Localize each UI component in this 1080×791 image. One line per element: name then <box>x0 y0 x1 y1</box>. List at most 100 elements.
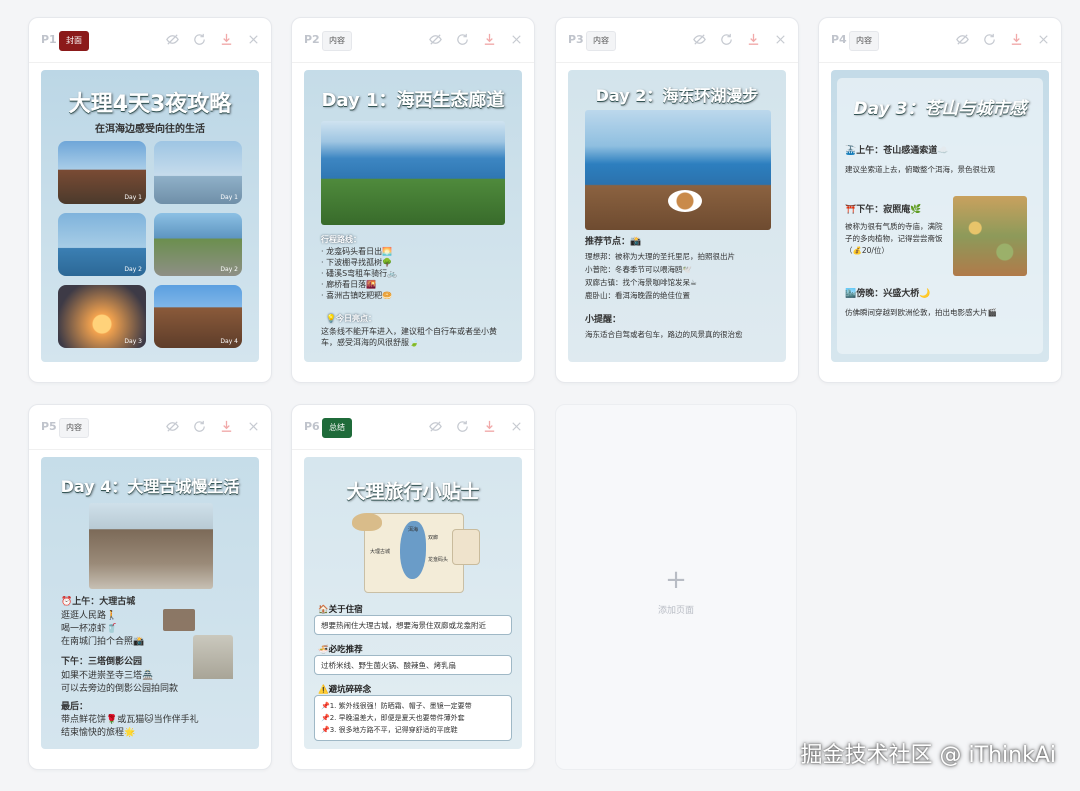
card-header: P5 内容 <box>29 405 271 450</box>
tip-label: 💡今日亮点： <box>326 314 376 323</box>
slide-card-p1[interactable]: P1 封面 大理4天3夜攻略 在洱海边感受向往的生活 Day 1 Day 1 D… <box>28 17 272 383</box>
page-number: P2 <box>304 33 320 46</box>
hat-illustration <box>352 513 382 531</box>
refresh-icon[interactable] <box>982 32 997 47</box>
hide-icon[interactable] <box>165 419 180 434</box>
am-item: 逛逛人民路🚶 <box>61 611 118 621</box>
route-item: · 磻溪S弯租车骑行🚲 <box>321 269 398 278</box>
am-text: 建议坐索道上去，俯瞰整个洱海，景色很壮观 <box>845 165 995 174</box>
slide-subtitle: 在洱海边感受向往的生活 <box>95 124 205 135</box>
refresh-icon[interactable] <box>455 32 470 47</box>
download-icon[interactable] <box>482 419 497 434</box>
page-number: P5 <box>41 420 57 433</box>
am-label: ⏰上午：大理古城 <box>61 597 136 607</box>
close-icon[interactable] <box>509 419 524 434</box>
hide-icon[interactable] <box>428 32 443 47</box>
slide-card-p2[interactable]: P2 内容 Day 1：海西生态廊道 行程路线： · 龙龛码头看日出🌅 · 下波… <box>291 17 535 383</box>
slide-preview[interactable]: Day 3：苍山与城市感 🚠上午：苍山感通索道☁️ 建议坐索道上去，俯瞰整个洱海… <box>831 70 1049 362</box>
slide-title: 大理4天3夜攻略 <box>68 92 232 117</box>
photo-tile: Day 3 <box>58 285 146 348</box>
close-icon[interactable] <box>773 32 788 47</box>
food-text: 过桥米线、野生菌火锅、酸辣鱼、烤乳扇 <box>321 661 456 670</box>
pit-item: 📌1. 紫外线很强！防晒霜、帽子、墨镜一定要带 <box>321 702 472 710</box>
download-icon[interactable] <box>1009 32 1024 47</box>
jacket-illustration <box>452 529 480 565</box>
hide-icon[interactable] <box>165 32 180 47</box>
page-type-tag: 总结 <box>322 418 352 438</box>
am-label: 🚠上午：苍山感通索道☁️ <box>845 146 949 156</box>
hint-label: 小提醒： <box>585 315 622 325</box>
photo-tile: Day 2 <box>58 213 146 276</box>
photo-road <box>321 121 505 225</box>
route-item: · 龙龛码头看日出🌅 <box>321 247 393 256</box>
photo-old-town <box>89 503 213 589</box>
gate-illustration <box>163 609 195 631</box>
am-item: 在南城门拍个合照📸 <box>61 637 145 647</box>
am-item: 喝一杯凉虾🥤 <box>61 624 118 634</box>
rec-item: 双廊古镇：找个海景咖啡馆发呆☕ <box>585 278 697 287</box>
refresh-icon[interactable] <box>719 32 734 47</box>
hide-icon[interactable] <box>428 419 443 434</box>
map-label: 大理古城 <box>370 549 391 555</box>
download-icon[interactable] <box>746 32 761 47</box>
slide-preview[interactable]: Day 4：大理古城慢生活 ⏰上午：大理古城 逛逛人民路🚶 喝一杯凉虾🥤 在南城… <box>41 457 259 749</box>
slide-preview[interactable]: Day 1：海西生态廊道 行程路线： · 龙龛码头看日出🌅 · 下波棚寻找孤树🌳… <box>304 70 522 362</box>
pm-item: 可以去旁边的倒影公园拍同款 <box>61 684 179 694</box>
route-item: · 喜洲古镇吃粑粑🥯 <box>321 291 393 300</box>
page-number: P1 <box>41 33 57 46</box>
hide-icon[interactable] <box>692 32 707 47</box>
refresh-icon[interactable] <box>192 32 207 47</box>
card-toolbar <box>165 419 261 434</box>
hide-icon[interactable] <box>955 32 970 47</box>
stay-label: 🏠关于住宿 <box>318 605 363 615</box>
download-icon[interactable] <box>219 419 234 434</box>
route-label: 行程路线： <box>321 235 361 244</box>
close-icon[interactable] <box>1036 32 1051 47</box>
close-icon[interactable] <box>246 32 261 47</box>
stay-text: 想要热闹住大理古城，想要海景住双廊或龙龛附近 <box>321 621 486 630</box>
rec-label: 推荐节点：📸 <box>585 237 642 247</box>
map-label: 龙龛码头 <box>428 557 449 563</box>
slide-preview[interactable]: 大理4天3夜攻略 在洱海边感受向往的生活 Day 1 Day 1 Day 2 D… <box>41 70 259 362</box>
food-label: 🍜必吃推荐 <box>318 645 363 655</box>
rec-item: 小普陀：冬春季节可以喂海鸥🕊️ <box>585 265 692 274</box>
eve-label: 🏙️傍晚：兴盛大桥🌙 <box>845 289 931 299</box>
slide-preview[interactable]: 大理旅行小贴士 大理古城 洱海 龙龛码头 双廊 🏠关于住宿 想要热闹住大理古城，… <box>304 457 522 749</box>
hint-text: 海东适合自驾或者包车，路边的风景真的很治愈 <box>585 330 743 339</box>
rec-item: 鹿卧山：看洱海晚霞的绝佳位置 <box>585 291 690 300</box>
last-item: 带点鲜花饼🌹或瓦猫🐱当作伴手礼 <box>61 715 199 725</box>
refresh-icon[interactable] <box>192 419 207 434</box>
close-icon[interactable] <box>509 32 524 47</box>
pit-label: ⚠️避坑碎碎念 <box>318 685 372 695</box>
map-label: 双廊 <box>428 535 439 541</box>
rec-item: 理想邦：被称为大理的圣托里尼，拍照很出片 <box>585 252 735 261</box>
slide-card-p3[interactable]: P3 内容 Day 2：海东环湖漫步 推荐节点：📸 理想邦：被称为大理的圣托里尼… <box>555 17 799 383</box>
page-type-tag: 内容 <box>59 418 89 438</box>
add-page-label: 添加页面 <box>657 606 694 616</box>
add-page-button[interactable]: + 添加页面 <box>555 404 797 770</box>
card-header: P3 内容 <box>556 18 798 63</box>
page-number: P4 <box>831 33 847 46</box>
watermark: 掘金技术社区 @ iThinkAi <box>800 743 1056 768</box>
pm-label: ⛩️下午：寂照庵🌿 <box>845 205 922 215</box>
tip-text: 这条线不能开车进入，建议租个自行车或者坐小黄车，感受洱海的风很舒服🍃 <box>321 327 497 347</box>
slide-card-p4[interactable]: P4 内容 Day 3：苍山与城市感 🚠上午：苍山感通索道☁️ 建议坐索道上去，… <box>818 17 1062 383</box>
pm-text: 被称为很有气质的寺庙，满院子的多肉植物，记得尝尝斋饭（💰20/位） <box>845 222 943 255</box>
page-type-tag: 内容 <box>322 31 352 51</box>
slide-title: Day 1：海西生态廊道 <box>321 90 505 111</box>
map-label: 洱海 <box>408 527 419 533</box>
slide-preview[interactable]: Day 2：海东环湖漫步 推荐节点：📸 理想邦：被称为大理的圣托里尼，拍照很出片… <box>568 70 786 362</box>
download-icon[interactable] <box>219 32 234 47</box>
pm-item: 如果不进崇圣寺三塔🏯 <box>61 671 154 681</box>
last-label: 最后： <box>61 702 89 712</box>
page-type-tag: 封面 <box>59 31 89 51</box>
pit-item: 📌2. 早晚温差大，即便是夏天也要带件薄外套 <box>321 714 465 722</box>
refresh-icon[interactable] <box>455 419 470 434</box>
close-icon[interactable] <box>246 419 261 434</box>
slide-card-p5[interactable]: P5 内容 Day 4：大理古城慢生活 ⏰上午：大理古城 逛逛人民路🚶 喝一杯凉… <box>28 404 272 770</box>
card-header: P6 总结 <box>292 405 534 450</box>
card-header: P4 内容 <box>819 18 1061 63</box>
photo-tile: Day 1 <box>58 141 146 204</box>
slide-card-p6[interactable]: P6 总结 大理旅行小贴士 大理古城 洱海 龙龛码头 双廊 🏠关于住宿 想要热闹… <box>291 404 535 770</box>
download-icon[interactable] <box>482 32 497 47</box>
